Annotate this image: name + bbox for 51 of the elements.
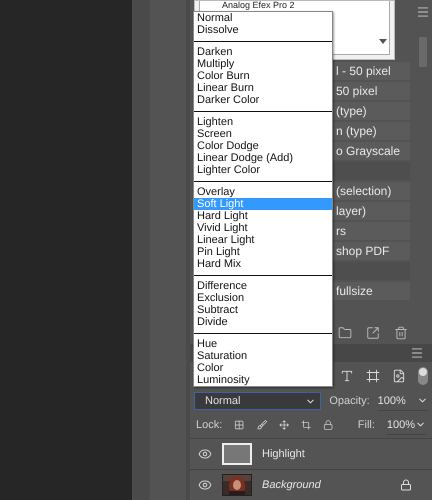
menu-icon[interactable] — [410, 346, 424, 360]
trash-icon[interactable] — [394, 326, 408, 340]
menu-item[interactable]: Exclusion — [194, 292, 332, 304]
menu-item[interactable]: Hue — [194, 338, 332, 350]
list-item[interactable]: Analog Efex Pro 2 — [222, 0, 295, 10]
new-action-icon[interactable] — [366, 326, 380, 340]
menu-item[interactable]: Luminosity — [194, 374, 332, 386]
menu-item[interactable]: Normal — [194, 12, 332, 24]
smart-object-filter-icon[interactable] — [392, 369, 406, 384]
eye-icon[interactable] — [198, 447, 212, 462]
menu-item[interactable]: Pin Light — [194, 246, 332, 258]
layer-name: Highlight — [262, 448, 306, 460]
menu-item[interactable]: Hard Light — [194, 210, 332, 222]
menu-item[interactable]: Color — [194, 362, 332, 374]
menu-item[interactable]: Linear Dodge (Add) — [194, 152, 332, 164]
menu-item[interactable]: Linear Light — [194, 234, 332, 246]
scroll-arrow-icon[interactable] — [379, 39, 387, 44]
menu-item[interactable]: Darker Color — [194, 94, 332, 106]
menu-item[interactable]: Lighten — [194, 116, 332, 128]
type-filter-icon[interactable] — [340, 369, 354, 384]
menu-item[interactable]: Darken — [194, 46, 332, 58]
menu-item[interactable]: Lighter Color — [194, 164, 332, 176]
layer-thumbnail — [222, 443, 252, 466]
shape-filter-icon[interactable] — [366, 369, 380, 384]
lock-icon — [400, 479, 412, 492]
menu-item[interactable]: Hard Mix — [194, 258, 332, 270]
lock-icon[interactable] — [323, 418, 334, 432]
menu-item[interactable]: Divide — [194, 316, 332, 328]
menu-item[interactable]: Vivid Light — [194, 222, 332, 234]
lock-label: Lock: — [196, 419, 222, 432]
folder-icon[interactable] — [338, 326, 352, 340]
menu-item[interactable]: Dissolve — [194, 24, 332, 36]
menu-item[interactable]: Linear Burn — [194, 82, 332, 94]
menu-item[interactable]: Subtract — [194, 304, 332, 316]
blend-mode-select[interactable]: Normal — [194, 392, 322, 410]
menu-item[interactable]: Multiply — [194, 58, 332, 70]
move-icon[interactable] — [278, 418, 290, 432]
crop-icon[interactable] — [301, 418, 312, 432]
menu-item[interactable]: Color Dodge — [194, 140, 332, 152]
menu-item[interactable]: Screen — [194, 128, 332, 140]
filter-toggle[interactable] — [418, 367, 428, 386]
layer-name: Background — [262, 479, 322, 492]
menu-item[interactable]: Difference — [194, 280, 332, 292]
opacity-label: Opacity: — [329, 395, 370, 408]
menu-icon[interactable] — [416, 5, 430, 19]
fill-label: Fill: — [358, 419, 375, 432]
menu-item[interactable]: Color Burn — [194, 70, 332, 82]
menu-item[interactable]: Overlay — [194, 186, 332, 198]
fill-field[interactable]: 100% — [386, 416, 426, 435]
opacity-field[interactable]: 100% — [378, 392, 428, 411]
eye-icon[interactable] — [198, 478, 212, 492]
